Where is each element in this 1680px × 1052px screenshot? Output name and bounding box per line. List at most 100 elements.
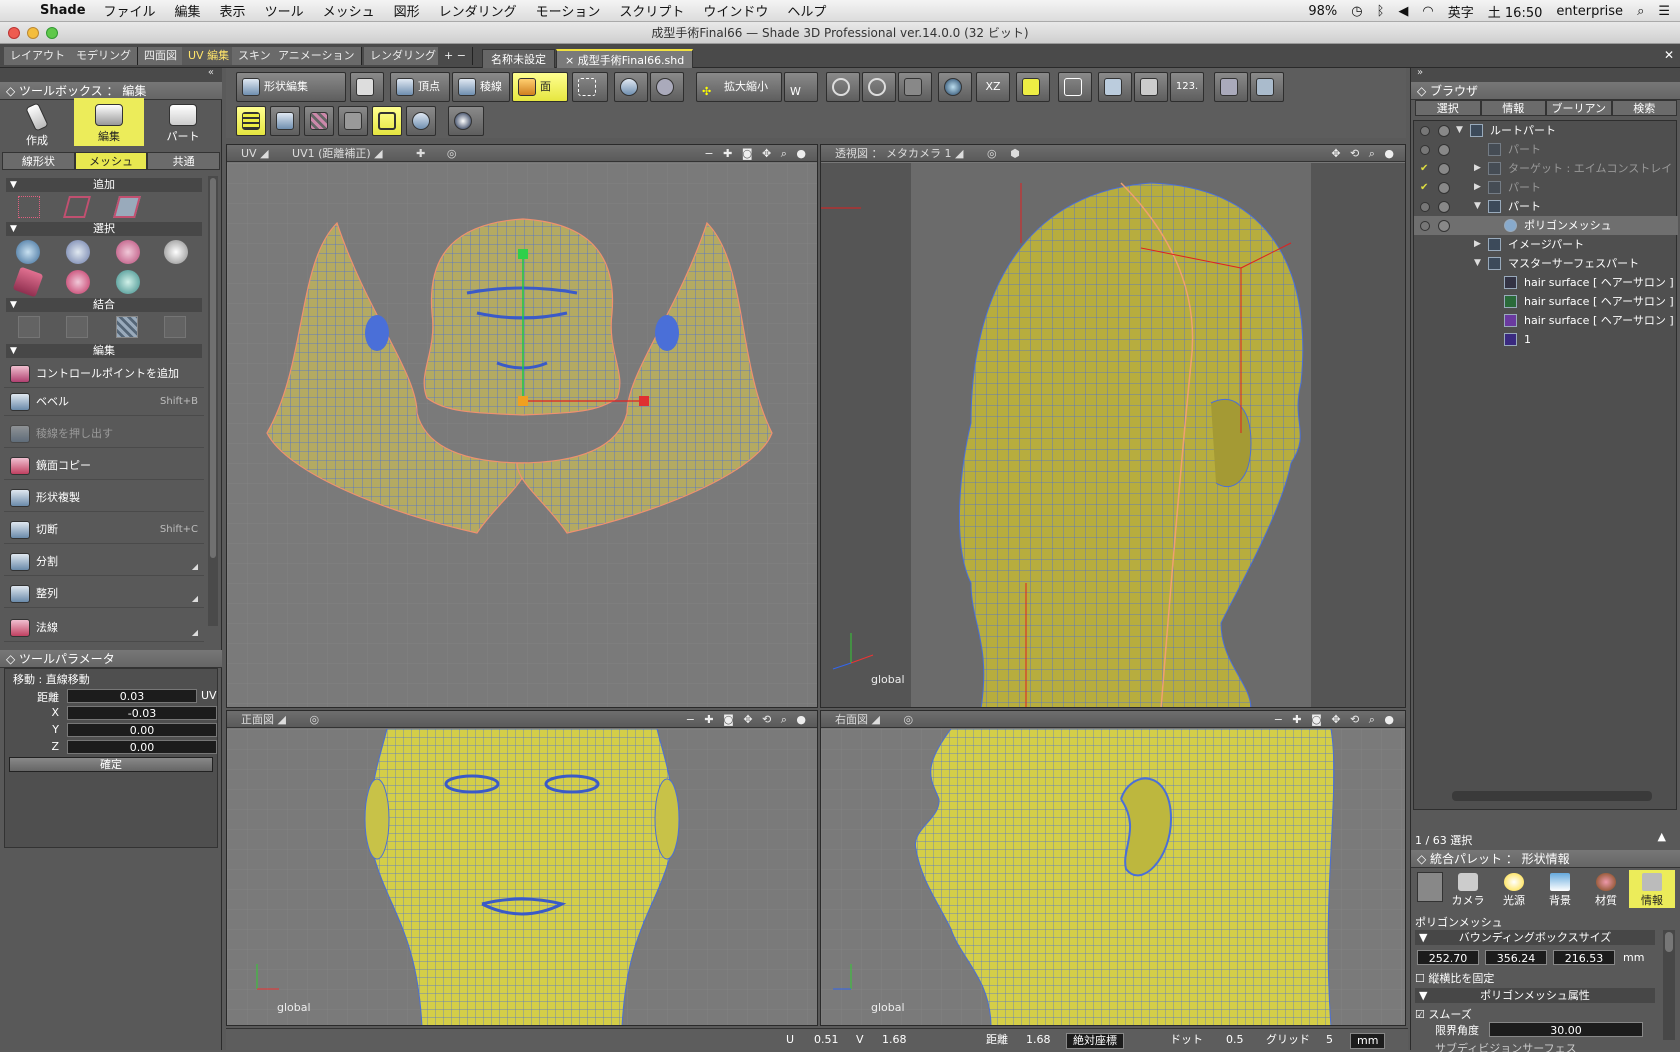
tab-modeling[interactable]: モデリング xyxy=(70,47,138,65)
lock-icon[interactable] xyxy=(1438,125,1450,137)
numeric-input-button[interactable]: 123. xyxy=(1170,72,1204,102)
add-face-tool-icon[interactable] xyxy=(113,196,141,218)
network-button[interactable] xyxy=(1214,72,1248,102)
tool-bevel[interactable]: ベベル Shift+B xyxy=(4,388,204,416)
render-preview-button[interactable] xyxy=(1134,72,1168,102)
uv-view-menu[interactable]: UV xyxy=(241,147,257,160)
mesh-attr-section-header[interactable]: ▼ ポリゴンメッシュ属性 xyxy=(1415,988,1655,1003)
right-canvas[interactable] xyxy=(821,729,1406,1026)
menu-help[interactable]: ヘルプ xyxy=(787,1,826,20)
rotate-button[interactable] xyxy=(614,72,648,102)
perspective-canvas[interactable] xyxy=(821,163,1406,708)
tree-item-hair-surface[interactable]: hair surface [ ヘアーサロン ] xyxy=(1414,311,1678,330)
y-field[interactable]: 0.00 xyxy=(67,723,217,737)
select-ring-icon[interactable] xyxy=(116,240,140,264)
right-view-menu[interactable]: 右面図 xyxy=(835,713,868,726)
tree-item-target-aim[interactable]: ✔ ▶ ターゲット : エイムコンストレイ xyxy=(1414,159,1678,178)
checkmark-icon[interactable]: ✔ xyxy=(1420,178,1428,197)
tree-item-root-part[interactable]: ▼ ルートパート xyxy=(1414,121,1678,140)
globe-button[interactable] xyxy=(938,72,972,102)
tree-item-master-surface-part[interactable]: ▼ マスターサーフェスパート xyxy=(1414,254,1678,273)
tree-item-part[interactable]: パート xyxy=(1414,140,1678,159)
tab-animation[interactable]: アニメーション xyxy=(272,47,362,65)
checkmark-icon[interactable]: ✔ xyxy=(1420,159,1428,178)
section-edit-header[interactable]: ▼ 編集 xyxy=(6,344,202,358)
browser-tab-select[interactable]: 選択 xyxy=(1415,100,1481,116)
combine-face-icon[interactable] xyxy=(116,316,138,338)
select-grid-icon[interactable] xyxy=(12,266,44,298)
select-loop-icon[interactable] xyxy=(66,240,90,264)
mode-edit-button[interactable]: 編集 xyxy=(74,98,144,146)
tool-duplicate-shape[interactable]: 形状複製 xyxy=(4,484,204,512)
battery-status[interactable]: 98% xyxy=(1308,4,1337,19)
menu-mesh[interactable]: メッシュ xyxy=(323,1,375,20)
section-add-header[interactable]: ▼ 追加 xyxy=(6,178,202,192)
front-viewport[interactable]: 正面図 ◢ ◎ − ✚ ◙ ✥ ⟲ ⌕ ● global xyxy=(226,710,818,1026)
tool-add-control-point[interactable]: コントロールポイントを追加 xyxy=(4,360,204,388)
limit-angle-field[interactable]: 30.00 xyxy=(1489,1022,1643,1037)
browser-hscrollbar[interactable] xyxy=(1452,791,1652,801)
keep-ratio-checkbox[interactable]: ☐ 縦横比を固定 xyxy=(1415,970,1494,986)
move-tool-icon[interactable]: ✚ xyxy=(416,147,425,160)
tree-item-polygon-mesh[interactable]: ポリゴンメッシュ xyxy=(1414,216,1678,235)
browser-tab-info[interactable]: 情報 xyxy=(1480,100,1546,116)
z-field[interactable]: 0.00 xyxy=(67,740,217,754)
menu-motion[interactable]: モーション xyxy=(536,1,601,20)
tree-item-hair-surface[interactable]: hair surface [ ヘアーサロン ] xyxy=(1414,273,1678,292)
expand-triangle-icon[interactable]: ▼ xyxy=(1474,254,1481,273)
lasso-button[interactable] xyxy=(650,72,684,102)
menu-shape[interactable]: 図形 xyxy=(394,1,420,20)
camera-button[interactable] xyxy=(350,72,384,102)
material-sphere-button[interactable] xyxy=(448,106,484,136)
tool-normal[interactable]: 法線 ◢ xyxy=(4,614,204,642)
tab-uv-edit[interactable]: UV 編集 xyxy=(182,47,237,65)
wxy-button[interactable]: W xyxy=(784,72,818,102)
snap-target-button[interactable] xyxy=(826,72,860,102)
transfer-button[interactable] xyxy=(1250,72,1284,102)
notification-center-icon[interactable]: ☰ xyxy=(1658,4,1670,19)
front-canvas[interactable] xyxy=(227,729,818,1026)
palette-tab-light[interactable]: 光源 xyxy=(1491,870,1537,908)
edge-mode-button[interactable]: 稜線 xyxy=(452,72,510,102)
collapse-panel-icon[interactable]: « xyxy=(208,67,214,78)
palette-shape-icon[interactable] xyxy=(1417,872,1443,902)
view-controls[interactable]: − ✚ ◙ ✥ ⟲ ⌕ ● xyxy=(1274,711,1397,728)
bbox-z-field[interactable]: 216.53 xyxy=(1553,950,1615,965)
tree-item-hair-surface[interactable]: hair surface [ ヘアーサロン ] xyxy=(1414,292,1678,311)
wifi-icon[interactable]: ◠ xyxy=(1422,4,1433,19)
palette-tab-background[interactable]: 背景 xyxy=(1537,870,1583,908)
x-field[interactable]: -0.03 xyxy=(67,706,217,720)
select-invert-icon[interactable] xyxy=(116,270,140,294)
expand-triangle-icon[interactable]: ▼ xyxy=(1456,121,1463,140)
lock-icon[interactable] xyxy=(1438,201,1450,213)
uv-grid-button[interactable] xyxy=(236,106,266,136)
lock-icon[interactable] xyxy=(1438,163,1450,175)
front-view-menu[interactable]: 正面図 xyxy=(241,713,274,726)
shading-icon[interactable]: ⬢ xyxy=(1010,147,1020,160)
target-icon[interactable]: ◎ xyxy=(903,713,913,726)
close-tab-icon[interactable]: ✕ xyxy=(1664,48,1674,62)
browser-tab-boolean[interactable]: ブーリアン xyxy=(1546,100,1612,116)
target-icon[interactable]: ◎ xyxy=(987,147,997,160)
tree-item-part-open[interactable]: ▼ パート xyxy=(1414,197,1678,216)
section-select-header[interactable]: ▼ 選択 xyxy=(6,222,202,236)
smooth-checkbox[interactable]: ☑ スムーズ xyxy=(1415,1006,1472,1022)
face-mode-button[interactable]: 面 xyxy=(512,72,568,102)
volume-icon[interactable]: ◀ xyxy=(1398,4,1408,19)
lock-icon[interactable] xyxy=(1438,144,1450,156)
right-coord-label[interactable]: global xyxy=(871,1001,905,1014)
doc-tab-untitled[interactable]: 名称未設定 xyxy=(482,49,555,68)
browser-tab-search[interactable]: 検索 xyxy=(1611,100,1677,116)
uv-cloud-button[interactable] xyxy=(406,106,436,136)
section-combine-header[interactable]: ▼ 結合 xyxy=(6,298,202,312)
bluetooth-icon[interactable]: ᛒ xyxy=(1377,4,1385,19)
grid-display-button[interactable] xyxy=(1058,72,1092,102)
subtab-mesh[interactable]: メッシュ xyxy=(74,152,148,170)
user-menu[interactable]: enterprise xyxy=(1556,4,1623,19)
table-button[interactable] xyxy=(1098,72,1132,102)
tool-align[interactable]: 整列 ◢ xyxy=(4,580,204,608)
subtab-common[interactable]: 共通 xyxy=(147,152,221,170)
expand-triangle-icon[interactable]: ▼ xyxy=(1474,197,1481,216)
unit-select[interactable]: mm xyxy=(1350,1033,1386,1049)
add-edge-tool-icon[interactable] xyxy=(63,196,91,218)
